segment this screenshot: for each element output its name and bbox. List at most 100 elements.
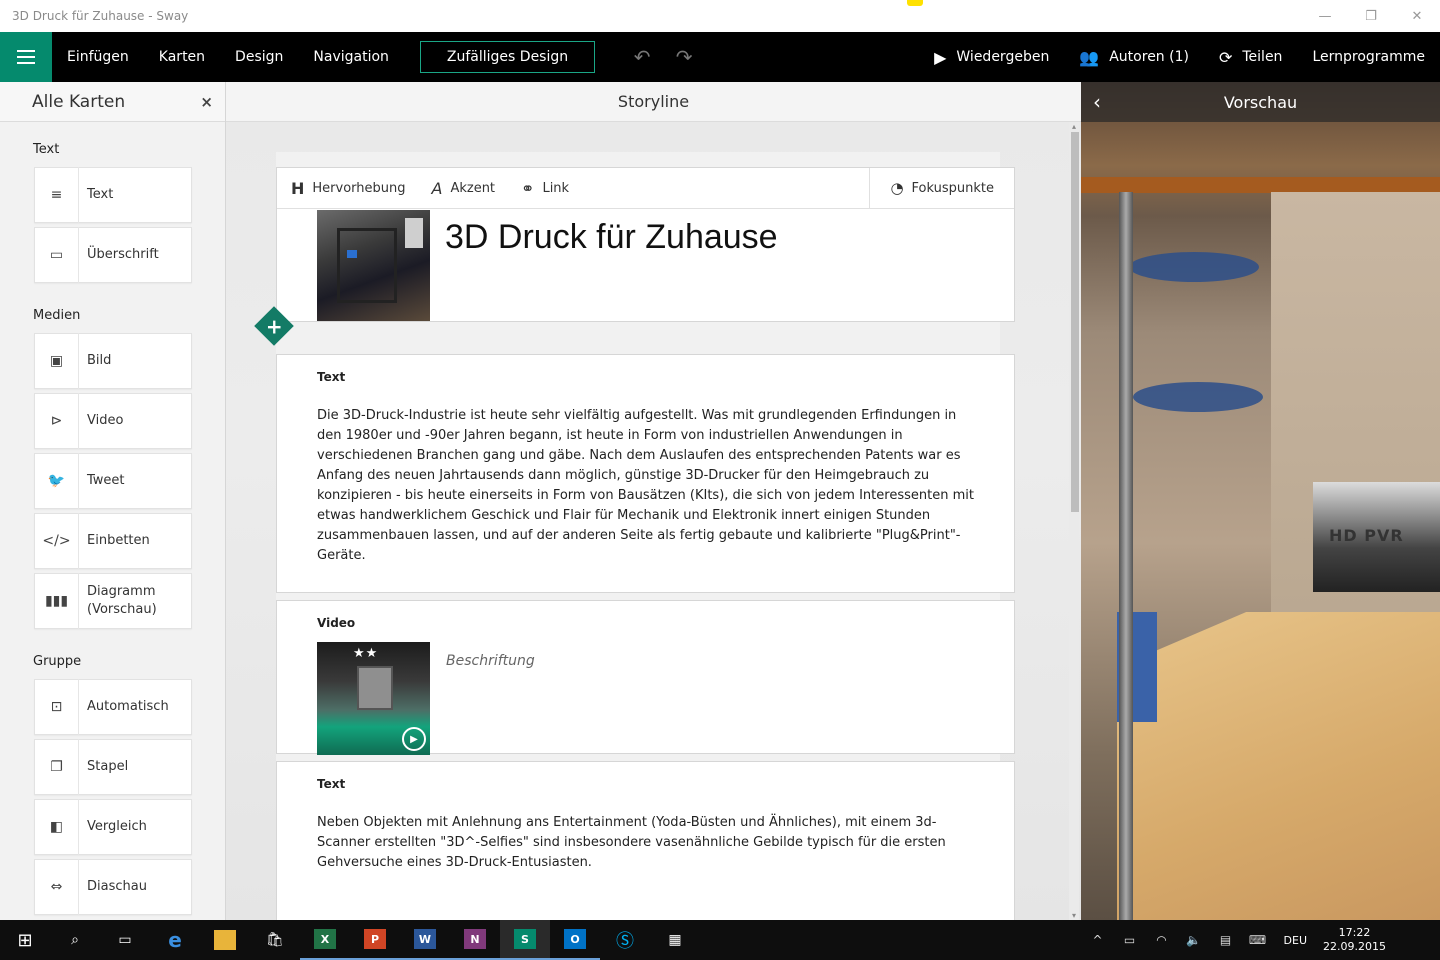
card-item-image[interactable]: ▣ Bild (34, 333, 192, 389)
link-button[interactable]: ⚭ Link (521, 179, 569, 198)
card-item-compare[interactable]: ◧ Vergleich (34, 799, 192, 855)
redo-icon[interactable]: ↷ (663, 32, 705, 82)
thumbnail-stars: ★★ (353, 646, 379, 661)
search-icon[interactable]: ⌕ (50, 920, 100, 960)
scroll-down-icon[interactable]: ▾ (1069, 911, 1079, 920)
card-text-body[interactable]: Die 3D-Druck-Industrie ist heute sehr vi… (317, 406, 977, 566)
message-icon[interactable]: ▤ (1210, 933, 1242, 947)
video-play-icon[interactable]: ▶ (402, 727, 426, 751)
video-card[interactable]: Video ★★ ▶ Beschriftung (276, 600, 1015, 755)
accent-label: Akzent (450, 180, 496, 196)
emphasis-label: Hervorhebung (312, 180, 406, 196)
focus-points-label: Fokuspunkte (911, 180, 994, 196)
card-type-label: Video (317, 616, 356, 630)
card-item-label: Einbetten (87, 533, 150, 548)
file-explorer-icon[interactable] (200, 920, 250, 960)
excel-icon[interactable]: X (300, 920, 350, 960)
restore-button[interactable]: ❐ (1348, 0, 1394, 32)
text-card[interactable]: Text Die 3D-Druck-Industrie ist heute se… (276, 354, 1015, 593)
menu-insert[interactable]: Einfügen (52, 32, 144, 82)
powerpoint-tile: P (364, 929, 386, 949)
printer-bed-mid (1133, 382, 1263, 412)
menu-navigation[interactable]: Navigation (298, 32, 404, 82)
card-item-embed[interactable]: </> Einbetten (34, 513, 192, 569)
storyline-header: Storyline (226, 82, 1081, 122)
printer-display (347, 250, 357, 258)
accent-button[interactable]: A Akzent (432, 179, 496, 198)
wall (1271, 192, 1440, 672)
onenote-icon[interactable]: N (450, 920, 500, 960)
scrollbar-thumb[interactable] (1071, 132, 1079, 512)
card-text-body[interactable]: Neben Objekten mit Anlehnung ans Enterta… (317, 813, 977, 873)
chevron-up-icon[interactable]: ^ (1082, 933, 1114, 947)
card-item-chart[interactable]: ▮▮▮ Diagramm (Vorschau) (34, 573, 192, 629)
text-card[interactable]: Text Neben Objekten mit Anlehnung ans En… (276, 761, 1015, 920)
menu-design[interactable]: Design (220, 32, 298, 82)
powerpoint-icon[interactable]: P (350, 920, 400, 960)
story-title[interactable]: 3D Druck für Zuhause (445, 218, 778, 257)
notification-indicator (907, 0, 923, 6)
title-card[interactable]: H Hervorhebung A Akzent ⚭ Link ◔ Fokuspu… (276, 167, 1015, 322)
window-title: 3D Druck für Zuhause - Sway (12, 9, 189, 23)
storyline-area[interactable]: H Hervorhebung A Akzent ⚭ Link ◔ Fokuspu… (226, 122, 1081, 920)
clock[interactable]: 17:22 22.09.2015 (1317, 926, 1400, 954)
close-panel-icon[interactable]: × (200, 93, 213, 111)
chevron-left-icon[interactable]: ‹ (1093, 90, 1101, 114)
edge-icon[interactable]: e (150, 920, 200, 960)
store-icon[interactable]: 🛍 (250, 920, 300, 960)
hamburger-menu-button[interactable] (0, 32, 52, 82)
caption-field[interactable]: Beschriftung (446, 653, 535, 669)
preview-header: ‹ Vorschau (1081, 82, 1440, 122)
storyline-scrollbar[interactable]: ▴ ▾ (1069, 122, 1079, 920)
card-item-heading[interactable]: ▭ Überschrift (34, 227, 192, 283)
table-surface (1117, 612, 1440, 920)
sway-icon[interactable]: S (500, 920, 550, 960)
menu-cards[interactable]: Karten (144, 32, 220, 82)
printer-frame (337, 228, 397, 303)
play-button[interactable]: ▶ Wiedergeben (919, 32, 1064, 82)
outlook-icon[interactable]: O (550, 920, 600, 960)
card-item-label: Diagramm (Vorschau) (87, 584, 157, 617)
people-icon: 👥 (1079, 47, 1100, 67)
wifi-icon[interactable]: ◠ (1146, 933, 1178, 947)
volume-icon[interactable]: 🔈 (1178, 933, 1210, 947)
clock-date: 22.09.2015 (1323, 940, 1386, 953)
card-item-text[interactable]: ≡ Text (34, 167, 192, 223)
tutorials-button[interactable]: Lernprogramme (1297, 32, 1440, 82)
card-item-slideshow[interactable]: ⇔ Diaschau (34, 859, 192, 915)
card-item-tweet[interactable]: 🐦 Tweet (34, 453, 192, 509)
task-view-icon[interactable]: ▭ (100, 920, 150, 960)
minimize-button[interactable]: — (1302, 0, 1348, 32)
card-item-label: Bild (87, 353, 112, 368)
card-item-video[interactable]: ⊳ Video (34, 393, 192, 449)
video-thumbnail[interactable]: ★★ ▶ (317, 642, 430, 755)
skype-icon[interactable]: Ⓢ (600, 920, 650, 960)
authors-button[interactable]: 👥 Autoren (1) (1064, 32, 1204, 82)
scroll-up-icon[interactable]: ▴ (1069, 122, 1079, 131)
card-item-automatic[interactable]: ⊡ Automatisch (34, 679, 192, 735)
input-language[interactable]: DEU (1274, 934, 1317, 947)
plus-icon: + (265, 313, 283, 338)
random-design-button[interactable]: Zufälliges Design (419, 41, 596, 73)
onenote-tile: N (464, 929, 486, 949)
battery-icon[interactable]: ▭ (1114, 933, 1146, 947)
keyboard-icon[interactable]: ⌨ (1242, 933, 1274, 947)
title-image-thumbnail[interactable] (317, 210, 430, 321)
compare-icon: ◧ (35, 799, 79, 855)
word-icon[interactable]: W (400, 920, 450, 960)
start-icon[interactable]: ⊞ (0, 920, 50, 960)
focus-points-button[interactable]: ◔ Fokuspunkte (869, 168, 1014, 208)
close-window-button[interactable]: ✕ (1394, 0, 1440, 32)
link-label: Link (542, 180, 570, 196)
authors-label: Autoren (1) (1109, 49, 1189, 65)
ribbon-bar: Einfügen Karten Design Navigation Zufäll… (0, 32, 1440, 82)
clock-time: 17:22 (1338, 926, 1371, 939)
calculator-icon[interactable]: ▦ (650, 920, 700, 960)
share-button[interactable]: ⟳ Teilen (1204, 32, 1297, 82)
undo-icon[interactable]: ↶ (621, 32, 663, 82)
card-item-label: Automatisch (87, 699, 169, 714)
hd-pvr-box: HD PVR (1313, 482, 1440, 592)
threaded-rod (1119, 192, 1133, 920)
emphasis-button[interactable]: H Hervorhebung (291, 179, 406, 198)
card-item-stack[interactable]: ❐ Stapel (34, 739, 192, 795)
